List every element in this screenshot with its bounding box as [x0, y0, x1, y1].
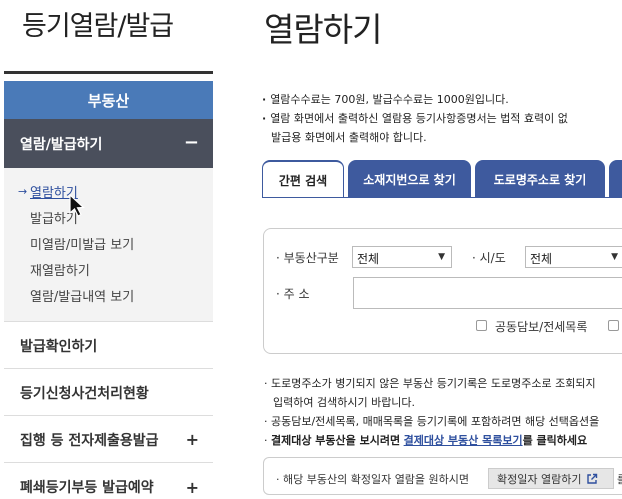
checkbox-label: 공동담보/전세목록 [495, 320, 588, 334]
caret-down-icon: ▼ [611, 252, 618, 262]
submenu-item-history[interactable]: 열람/발급내역 보기 [30, 286, 134, 305]
fixed-date-view-button[interactable]: 확정일자 열람하기 [488, 468, 614, 489]
label-type: · 부동산구분 [276, 251, 339, 265]
note-print: 발급용 화면에서 출력해야 합니다. [271, 131, 427, 144]
collapse-icon[interactable]: − [184, 132, 199, 153]
sidebar-item-view-issue[interactable]: 열람/발급하기 − [4, 119, 213, 168]
page-title: 열람하기 [264, 10, 382, 49]
checkbox-sales-list[interactable] [608, 320, 619, 331]
sidebar-item-electronic[interactable]: 집행 등 전자제출용발급 + [4, 417, 213, 463]
expand-icon[interactable]: + [186, 430, 199, 449]
sidebar-item-closed[interactable]: 폐쇄등기부등 발급예약 + [4, 464, 213, 499]
notes: · 열람수수료는 700원, 발급수수료는 1000원입니다. · 열람 화면에서 … [262, 90, 568, 147]
external-link-icon [587, 473, 598, 484]
tab-simple-search[interactable]: 간편 검색 [262, 160, 344, 198]
note-fee: · 열람수수료는 700원, 발급수수료는 1000원입니다. [262, 93, 509, 106]
label-address: · 주 소 [276, 287, 310, 301]
arrow-right-icon: → [18, 185, 28, 198]
caret-down-icon: ▼ [438, 252, 445, 262]
sidebar-item-label: 등기신청사건처리현황 [20, 385, 149, 402]
submenu: → 열람하기 발급하기 미열람/미발급 보기 재열람하기 열람/발급내역 보기 [4, 168, 213, 322]
submenu-item-review[interactable]: 재열람하기 [30, 260, 90, 279]
checkbox-joint-collateral[interactable] [476, 320, 487, 331]
info-trailing: 를 [617, 471, 622, 487]
search-tabs: 간편 검색 소재지번으로 찾기 도로명주소로 찾기 [262, 160, 622, 198]
sidebar-item-label: 발급확인하기 [20, 338, 98, 355]
tab-lot-number[interactable]: 소재지번으로 찾기 [348, 160, 471, 198]
label-region: · 시/도 [472, 251, 506, 265]
sidebar-item-label: 열람/발급하기 [20, 136, 103, 153]
sidebar-item-status[interactable]: 등기신청사건처리현황 [4, 370, 213, 416]
tab-underline [262, 197, 622, 198]
note-legal: · 열람 화면에서 출력하신 열람용 등기사항증명서는 법적 효력이 없 [262, 112, 568, 125]
payment-list-link[interactable]: 결제대상 부동산 목록보기 [404, 434, 523, 447]
sidebar-category-realestate[interactable]: 부동산 [4, 81, 213, 119]
expand-icon[interactable]: + [186, 478, 199, 497]
address-input[interactable] [353, 277, 622, 309]
sidebar: 등기열람/발급 부동산 열람/발급하기 − → 열람하기 발급하기 미열람/미발… [0, 0, 214, 499]
bottom-notes: · 도로명주소가 병기되지 않은 부동산 등기기록은 도로명주소로 조회되지 입… [264, 377, 600, 447]
sidebar-item-label: 폐쇄등기부등 발급예약 [20, 480, 154, 496]
select-type[interactable]: 전체 ▼ [352, 246, 452, 268]
tab-more[interactable] [609, 160, 622, 198]
submenu-item-unviewed[interactable]: 미열람/미발급 보기 [30, 234, 134, 253]
sidebar-item-label: 집행 등 전자제출용발급 [20, 432, 159, 449]
mouse-cursor-icon [69, 194, 85, 217]
sidebar-item-confirm[interactable]: 발급확인하기 [4, 323, 213, 369]
select-region[interactable]: 전체 ▼ [525, 246, 622, 268]
sidebar-title: 등기열람/발급 [22, 11, 174, 42]
sidebar-divider [4, 71, 213, 74]
tab-road-address[interactable]: 도로명주소로 찾기 [475, 160, 605, 198]
